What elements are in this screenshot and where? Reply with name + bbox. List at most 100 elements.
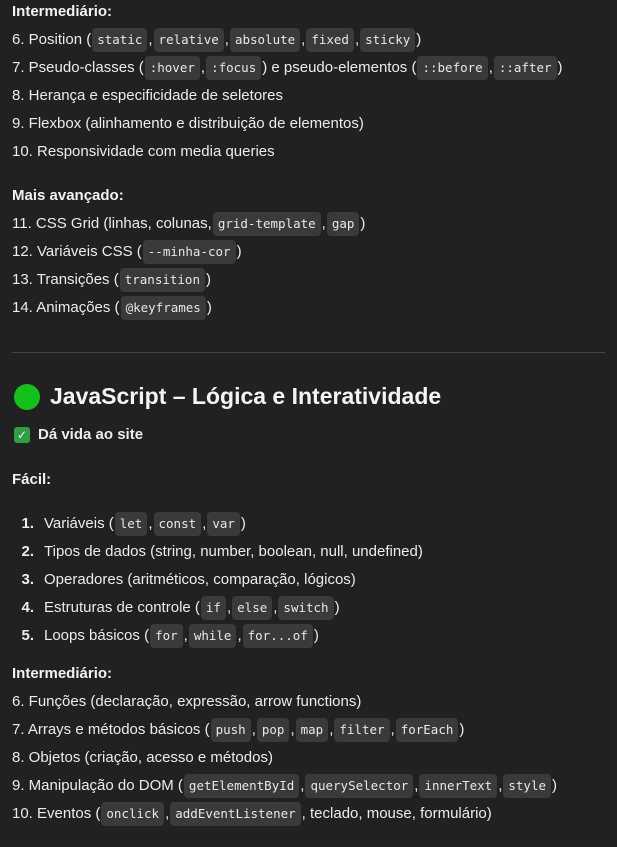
inline-code: :hover — [144, 56, 200, 80]
inline-code: else — [232, 596, 273, 620]
inline-code: for — [150, 624, 183, 648]
separator: , — [200, 59, 206, 76]
separator: , — [321, 215, 326, 232]
item-text: ) — [557, 59, 563, 76]
item-text: ) — [236, 243, 242, 260]
list-item: 14. Animações (@keyframes) — [12, 294, 605, 322]
inline-code: fixed — [306, 28, 354, 52]
divider — [12, 352, 605, 353]
inline-code: --minha-cor — [142, 240, 236, 264]
separator: , — [329, 721, 334, 738]
inline-code: querySelector — [305, 774, 414, 798]
inline-code: sticky — [360, 28, 416, 52]
list-item: 8. Herança e especificidade de seletores — [12, 82, 605, 110]
list-item: 1. Variáveis (let, const, var) — [12, 510, 605, 538]
inline-code: const — [153, 512, 202, 536]
css-intermediate-list: 6. Position (static, relative, absolute,… — [12, 26, 605, 166]
css-intermediate-section: Intermediário: 6. Position (static, rela… — [12, 2, 605, 166]
item-text: 9. Flexbox (alinhamento e distribuição d… — [12, 115, 364, 132]
item-text: ) — [240, 515, 246, 532]
separator: , — [226, 599, 232, 616]
inline-code: innerText — [419, 774, 498, 798]
inline-code: style — [503, 774, 552, 798]
separator: , — [414, 777, 419, 794]
check-mark-icon: ✓ — [14, 426, 30, 443]
inline-code: @keyframes — [120, 296, 206, 320]
list-item: 10. Responsividade com media queries — [12, 138, 605, 166]
separator: , — [498, 777, 503, 794]
item-text: ) — [459, 721, 465, 738]
inline-code: for...of — [242, 624, 313, 648]
list-item: 2. Tipos de dados (string, number, boolea… — [12, 538, 605, 566]
js-intermediate-section: Intermediário: 6. Funções (declaração, e… — [12, 664, 605, 828]
inline-code: filter — [334, 718, 390, 742]
inline-code: getElementById — [183, 774, 300, 798]
item-text: Estruturas de controle ( — [44, 599, 200, 616]
inline-code: forEach — [395, 718, 459, 742]
section-heading: Mais avançado: — [12, 187, 124, 204]
subtitle-text: Dá vida ao site — [38, 426, 144, 443]
item-text: Variáveis ( — [44, 515, 114, 532]
inline-code: gap — [326, 212, 360, 236]
js-intermediate-list: 6. Funções (declaração, expressão, arrow… — [12, 688, 605, 828]
separator: , — [290, 721, 295, 738]
item-text: 10. Eventos ( — [12, 805, 101, 822]
item-text: ) — [313, 627, 319, 644]
separator: , — [354, 31, 360, 48]
chat-message-content: Intermediário: 6. Position (static, rela… — [0, 0, 617, 847]
item-text: 6. Funções (declaração, expressão, arrow… — [12, 693, 362, 710]
inline-code: transition — [119, 268, 205, 292]
separator: , — [165, 805, 170, 822]
list-item: 11. CSS Grid (linhas, colunas, grid-temp… — [12, 210, 605, 238]
item-text: ) e pseudo-elementos ( — [262, 59, 417, 76]
item-text: 7. Arrays e métodos básicos ( — [12, 721, 210, 738]
js-subtitle: ✓ Dá vida ao site — [14, 426, 143, 443]
js-easy-section: Fácil: 1. Variáveis (let, const, var) 2. Ti… — [12, 470, 605, 650]
item-text: ) — [205, 271, 211, 288]
list-number: 1. — [21, 515, 34, 532]
item-text: 12. Variáveis CSS ( — [12, 243, 142, 260]
inline-code: push — [210, 718, 251, 742]
item-text: 7. Pseudo-classes ( — [12, 59, 144, 76]
item-text: Tipos de dados (string, number, boolean,… — [44, 543, 423, 560]
css-advanced-list: 11. CSS Grid (linhas, colunas, grid-temp… — [12, 210, 605, 322]
section-heading: Intermediário: — [12, 665, 113, 682]
list-number: 5. — [21, 627, 34, 644]
item-text: Loops básicos ( — [44, 627, 150, 644]
item-text: 10. Responsividade com media queries — [12, 143, 275, 160]
separator: , — [148, 515, 153, 532]
separator: , — [390, 721, 395, 738]
separator: , — [183, 627, 188, 644]
separator: , — [224, 31, 229, 48]
list-number: 4. — [21, 599, 34, 616]
separator: , — [237, 627, 242, 644]
inline-code: map — [295, 718, 329, 742]
item-text: 8. Herança e especificidade de seletores — [12, 87, 283, 104]
list-item: 5. Loops básicos (for, while, for...of) — [12, 622, 605, 650]
list-item: 12. Variáveis CSS (--minha-cor) — [12, 238, 605, 266]
separator: , — [300, 777, 305, 794]
list-item: 7. Pseudo-classes (:hover, :focus) e pse… — [12, 54, 605, 82]
item-text: 9. Manipulação do DOM ( — [12, 777, 183, 794]
inline-code: var — [207, 512, 240, 536]
separator: , — [202, 515, 207, 532]
item-text: ) — [334, 599, 340, 616]
item-text: , teclado, mouse, formulário) — [301, 805, 492, 822]
separator: , — [273, 599, 278, 616]
inline-code: addEventListener — [170, 802, 301, 826]
green-circle-icon — [14, 383, 40, 410]
section-heading: Intermediário: — [12, 3, 113, 20]
inline-code: absolute — [229, 28, 301, 52]
inline-code: if — [200, 596, 226, 620]
list-item: 4. Estruturas de controle (if, else, swit… — [12, 594, 605, 622]
item-text: 13. Transições ( — [12, 271, 119, 288]
item-text: ) — [416, 31, 422, 48]
item-text: Operadores (aritméticos, comparação, lóg… — [44, 571, 356, 588]
item-text: 11. CSS Grid (linhas, colunas, — [12, 215, 212, 232]
separator: , — [301, 31, 306, 48]
item-text: 8. Objetos (criação, acesso e métodos) — [12, 749, 273, 766]
page-title: JavaScript – Lógica e Interatividade — [50, 383, 442, 409]
inline-code: grid-template — [212, 212, 321, 236]
item-text: 6. Position ( — [12, 31, 92, 48]
list-item: 3. Operadores (aritméticos, comparação, l… — [12, 566, 605, 594]
